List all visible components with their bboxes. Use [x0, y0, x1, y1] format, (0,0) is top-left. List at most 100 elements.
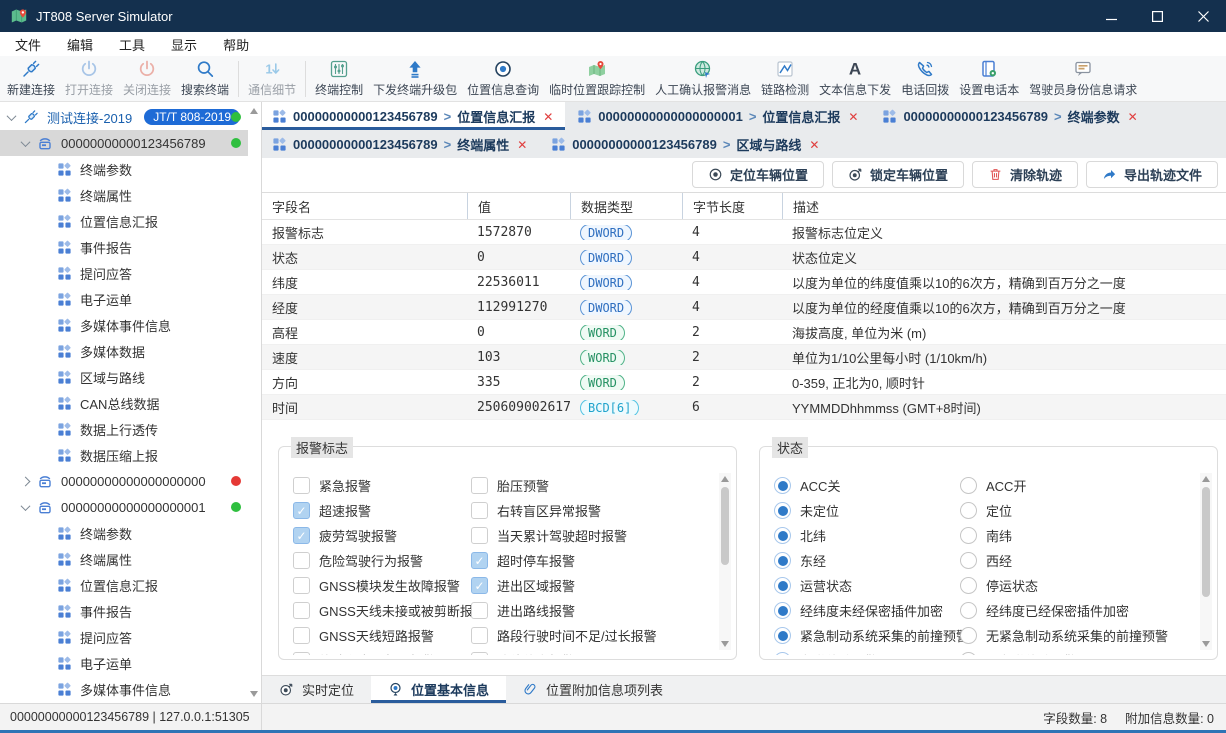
tree-leaf-item[interactable]: 位置信息汇报	[0, 208, 261, 234]
chevron-down-icon[interactable]	[21, 137, 31, 147]
document-tab[interactable]: 00000000000123456789 终端属性	[262, 130, 539, 158]
new-connection-button[interactable]: 新建连接	[2, 57, 60, 101]
radio-icon[interactable]	[774, 652, 791, 655]
set-phonebook-button[interactable]: 设置电话本	[954, 57, 1024, 101]
temp-position-tracking-button[interactable]: 临时位置跟踪控制	[544, 57, 650, 101]
checkbox-icon[interactable]	[293, 602, 310, 619]
tree-leaf-item[interactable]: 提问应答	[0, 260, 261, 286]
tree-leaf-item[interactable]: 多媒体数据	[0, 338, 261, 364]
tree-leaf-item[interactable]: 事件报告	[0, 234, 261, 260]
document-tab[interactable]: 00000000000000000001 位置信息汇报	[567, 102, 870, 130]
status-option[interactable]: ACC开	[960, 473, 1226, 498]
scrollbar-thumb[interactable]	[721, 487, 729, 565]
send-upgrade-package-button[interactable]: 下发终端升级包	[368, 57, 462, 101]
locate-vehicle-button[interactable]: 定位车辆位置	[692, 161, 824, 188]
radio-icon[interactable]	[960, 577, 977, 594]
phone-callback-button[interactable]: 电话回拨	[896, 57, 954, 101]
tree-leaf-item[interactable]: 终端属性	[0, 546, 261, 572]
checkbox-icon[interactable]	[471, 652, 488, 655]
checkbox-icon[interactable]	[293, 652, 310, 655]
tree-node-terminal-1[interactable]: 00000000000123456789	[0, 130, 261, 156]
checkbox-icon[interactable]	[293, 552, 310, 569]
checkbox-icon[interactable]	[293, 577, 310, 594]
document-tab[interactable]: 00000000000123456789 终端参数	[872, 102, 1149, 130]
checkbox-icon[interactable]	[471, 477, 488, 494]
chevron-down-icon[interactable]	[21, 501, 31, 511]
close-tab-icon[interactable]	[807, 137, 821, 152]
tree-leaf-item[interactable]: 终端参数	[0, 520, 261, 546]
terminal-control-button[interactable]: 终端控制	[310, 57, 368, 101]
lock-vehicle-button[interactable]: 锁定车辆位置	[832, 161, 964, 188]
scroll-down-icon[interactable]	[721, 641, 729, 647]
alarm-panel-scrollbar[interactable]	[719, 473, 731, 650]
radio-icon[interactable]	[960, 627, 977, 644]
manual-confirm-alarm-button[interactable]: 人工确认报警消息	[650, 57, 756, 101]
checkbox-icon[interactable]	[471, 552, 488, 569]
search-terminal-button[interactable]: 搜索终端	[176, 57, 234, 101]
radio-icon[interactable]	[774, 627, 791, 644]
close-tab-icon[interactable]	[1126, 109, 1140, 124]
chevron-right-icon[interactable]	[21, 476, 31, 486]
close-tab-icon[interactable]	[846, 109, 860, 124]
chevron-down-icon[interactable]	[7, 111, 17, 121]
tree-leaf-item[interactable]: 多媒体数据	[0, 702, 261, 703]
radio-icon[interactable]	[960, 552, 977, 569]
checkbox-icon[interactable]	[293, 502, 310, 519]
scroll-up-icon[interactable]	[250, 108, 258, 114]
radio-icon[interactable]	[774, 477, 791, 494]
tab-realtime-location[interactable]: 实时定位	[262, 676, 371, 703]
clear-track-button[interactable]: 清除轨迹	[972, 161, 1078, 188]
maximize-button[interactable]	[1134, 0, 1180, 32]
scroll-up-icon[interactable]	[721, 476, 729, 482]
status-option[interactable]: 经纬度已经保密插件加密	[960, 598, 1226, 623]
table-row[interactable]: 经度 112991270 DWORD 4 以度为单位的经度值乘以10的6次方，精…	[262, 295, 1226, 320]
menu-edit[interactable]: 编辑	[54, 35, 106, 54]
radio-icon[interactable]	[960, 652, 977, 655]
status-option[interactable]: 定位	[960, 498, 1226, 523]
tree-node-terminal-2[interactable]: 00000000000000000000	[0, 468, 261, 494]
radio-icon[interactable]	[960, 502, 977, 519]
checkbox-icon[interactable]	[293, 627, 310, 644]
tree-node-connection[interactable]: 测试连接-2019 JT/T 808-2019	[0, 104, 261, 130]
scroll-down-icon[interactable]	[1202, 641, 1210, 647]
checkbox-icon[interactable]	[471, 602, 488, 619]
tab-position-basic-info[interactable]: 位置基本信息	[371, 676, 506, 703]
status-panel-scrollbar[interactable]	[1200, 473, 1212, 650]
scroll-down-icon[interactable]	[250, 691, 258, 697]
radio-icon[interactable]	[960, 527, 977, 544]
menu-tools[interactable]: 工具	[106, 35, 158, 54]
tree-leaf-item[interactable]: 终端参数	[0, 156, 261, 182]
scroll-up-icon[interactable]	[1202, 476, 1210, 482]
tree-leaf-item[interactable]: 多媒体事件信息	[0, 676, 261, 702]
close-connection-button[interactable]: 关闭连接	[118, 57, 176, 101]
open-connection-button[interactable]: 打开连接	[60, 57, 118, 101]
table-row[interactable]: 报警标志 1572870 DWORD 4 报警标志位定义	[262, 220, 1226, 245]
radio-icon[interactable]	[774, 552, 791, 569]
menu-view[interactable]: 显示	[158, 35, 210, 54]
table-row[interactable]: 高程 0 WORD 2 海拔高度, 单位为米 (m)	[262, 320, 1226, 345]
tree-leaf-item[interactable]: 数据压缩上报	[0, 442, 261, 468]
export-track-button[interactable]: 导出轨迹文件	[1086, 161, 1218, 188]
link-detect-button[interactable]: 链路检测	[756, 57, 814, 101]
scrollbar-thumb[interactable]	[1202, 487, 1210, 597]
menu-help[interactable]: 帮助	[210, 35, 262, 54]
close-tab-icon[interactable]	[515, 137, 529, 152]
checkbox-icon[interactable]	[293, 527, 310, 544]
radio-icon[interactable]	[960, 602, 977, 619]
tree-leaf-item[interactable]: 位置信息汇报	[0, 572, 261, 598]
menu-file[interactable]: 文件	[2, 35, 54, 54]
tree-leaf-item[interactable]: 电子运单	[0, 286, 261, 312]
table-row[interactable]: 时间 250609002617 BCD[6] 6 YYMMDDhhmmss (G…	[262, 395, 1226, 420]
driver-id-request-button[interactable]: 驾驶员身份信息请求	[1024, 57, 1142, 101]
table-row[interactable]: 状态 0 DWORD 4 状态位定义	[262, 245, 1226, 270]
radio-icon[interactable]	[774, 602, 791, 619]
tree-leaf-item[interactable]: 电子运单	[0, 650, 261, 676]
radio-icon[interactable]	[774, 577, 791, 594]
sidebar-scrollbar[interactable]	[248, 102, 261, 703]
tree-leaf-item[interactable]: 事件报告	[0, 598, 261, 624]
close-button[interactable]	[1180, 0, 1226, 32]
checkbox-icon[interactable]	[293, 477, 310, 494]
tree-leaf-item[interactable]: CAN总线数据	[0, 390, 261, 416]
tree-leaf-item[interactable]: 多媒体事件信息	[0, 312, 261, 338]
table-row[interactable]: 方向 335 WORD 2 0-359, 正北为0, 顺时针	[262, 370, 1226, 395]
